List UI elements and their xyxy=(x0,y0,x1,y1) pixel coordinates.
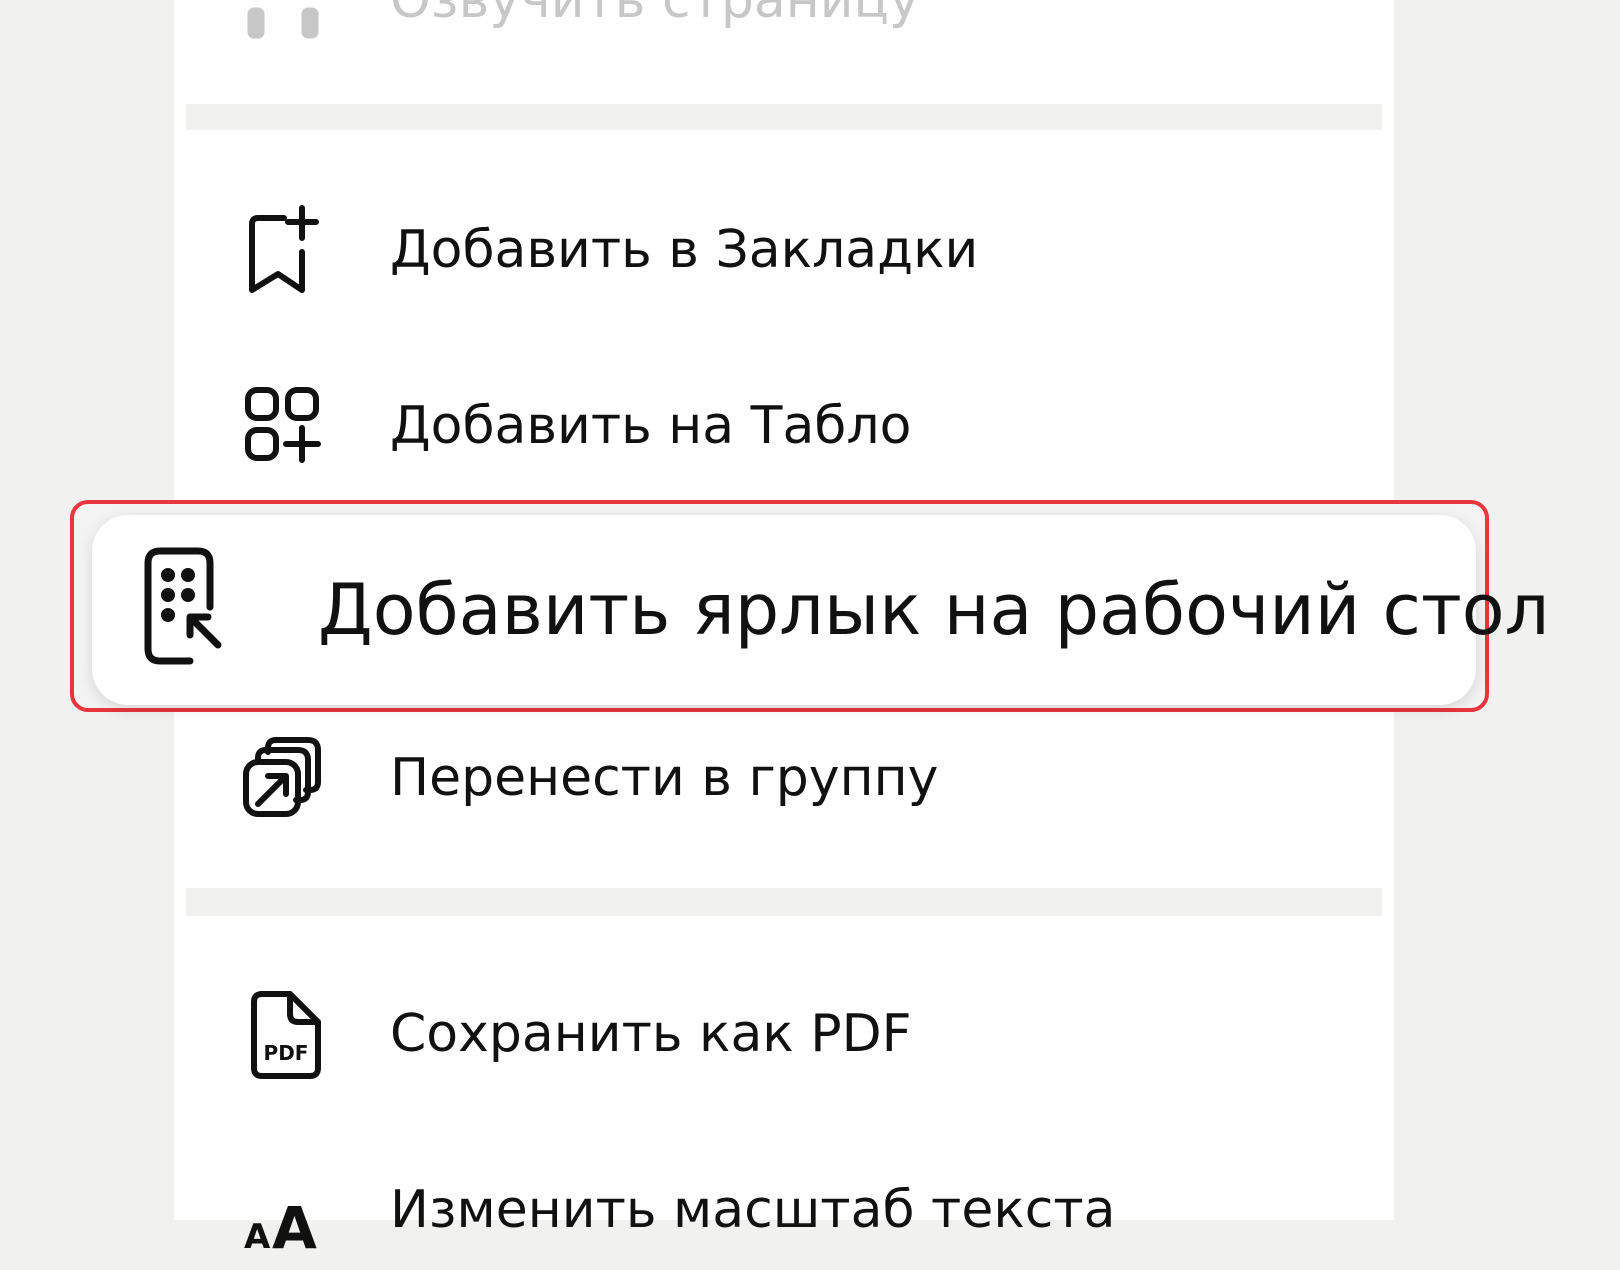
menu-item-add-bookmark[interactable]: Добавить в Закладки xyxy=(174,190,1394,310)
card-bottom-edge xyxy=(186,64,1382,104)
move-to-group-icon xyxy=(240,732,324,824)
menu-item-label: Сохранить как PDF xyxy=(390,1004,912,1064)
menu-item-add-shortcut[interactable]: Добавить ярлык на рабочий стол xyxy=(92,515,1549,705)
menu-item-label: Добавить на Табло xyxy=(390,396,912,456)
menu-item-add-to-tablo[interactable]: Добавить на Табло xyxy=(174,366,1394,486)
text-size-icon: A A xyxy=(240,1164,324,1256)
svg-text:A: A xyxy=(244,1217,271,1256)
menu-item-label: Изменить масштаб текста xyxy=(390,1180,1116,1240)
card-top-edge xyxy=(186,916,1382,956)
pdf-icon-text: PDF xyxy=(264,1041,309,1065)
menu-item-text-scale[interactable]: A A Изменить масштаб текста xyxy=(174,1150,1394,1270)
pdf-file-icon: PDF xyxy=(240,988,324,1080)
menu-item-read-aloud[interactable]: Озвучить страницу xyxy=(174,0,1394,60)
group-separator xyxy=(186,104,1382,130)
menu-item-save-pdf[interactable]: PDF Сохранить как PDF xyxy=(174,974,1394,1094)
phone-shortcut-icon xyxy=(142,545,226,669)
menu-item-label: Перенести в группу xyxy=(390,748,939,808)
menu-item-label: Добавить ярлык на рабочий стол xyxy=(318,569,1550,651)
menu-item-label: Озвучить страницу xyxy=(390,0,920,30)
card-bottom-edge xyxy=(186,848,1382,888)
bookmark-plus-icon xyxy=(240,204,324,296)
headphones-icon xyxy=(240,0,324,46)
group-separator xyxy=(186,888,1382,916)
menu-item-label: Добавить в Закладки xyxy=(390,220,979,280)
card-top-edge xyxy=(186,130,1382,170)
svg-text:A: A xyxy=(272,1194,317,1256)
menu-item-move-to-group[interactable]: Перенести в группу xyxy=(174,718,1394,838)
grid-plus-icon xyxy=(240,380,324,472)
